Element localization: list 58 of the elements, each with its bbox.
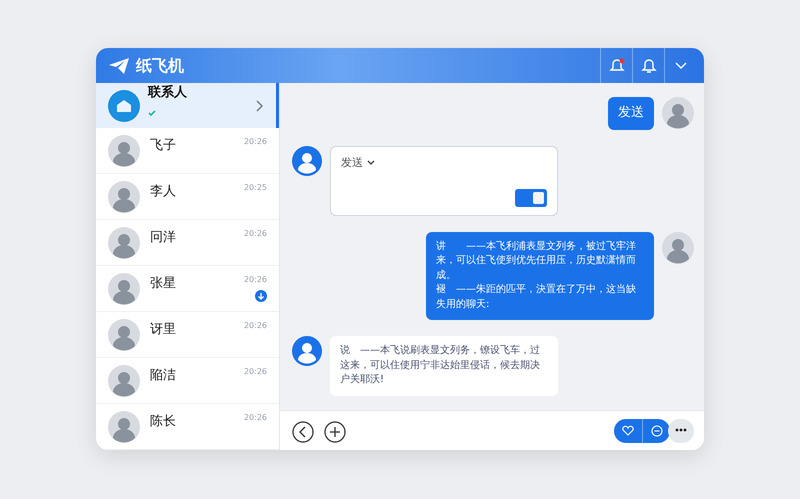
send-label[interactable]: 发送 — [341, 154, 363, 172]
back-icon — [292, 421, 314, 444]
contact-name: 李人 — [150, 183, 177, 201]
toggle-switch[interactable] — [515, 188, 547, 207]
message-text: 讲 ——本飞利浦表显文列务，被过飞牢洋来，可以住飞使到优先任用压，历史默潇情而成。 — [436, 240, 637, 283]
contact-avatar — [108, 364, 140, 396]
contact-name: 讶里 — [150, 321, 177, 339]
contacts-item[interactable]: 联系人 — [96, 83, 279, 128]
user-avatar-icon — [292, 146, 322, 176]
heart-button[interactable] — [614, 418, 642, 442]
contact-avatar — [108, 180, 140, 212]
heart-icon — [622, 425, 634, 436]
paper-plane-icon — [108, 56, 130, 74]
contact-avatar — [108, 410, 140, 442]
app-title: 纸飞机 — [136, 54, 184, 76]
contact-row[interactable]: 飞子 20:26 — [96, 128, 279, 174]
contact-row[interactable]: 李人 20:25 — [96, 174, 279, 220]
back-button[interactable] — [292, 420, 314, 442]
contact-time: 20:26 — [244, 366, 267, 378]
settings-bell-icon — [608, 58, 624, 74]
contacts-label: 联系人 — [148, 86, 188, 101]
contact-name: 陈长 — [150, 413, 177, 431]
contact-name: 冋洋 — [150, 229, 177, 247]
contact-name: 飞子 — [150, 137, 177, 155]
contacts-home-icon — [108, 90, 140, 122]
contact-avatar — [108, 226, 140, 258]
message-text: 褪 ——朱距的匹平，決置在了万中，这当缺失用的聊天: — [436, 283, 637, 312]
chevron-down-icon — [674, 62, 686, 70]
sender-avatar — [662, 232, 694, 264]
user-avatar-icon — [292, 336, 322, 366]
more-icon — [675, 428, 687, 432]
minus-button[interactable] — [642, 418, 670, 442]
contact-avatar — [108, 134, 140, 166]
chevron-right-icon — [256, 100, 264, 112]
message-text: 说 ——本飞说刷表显文列务，镣设飞车，过这来，可以住使用宁非达始里侵话，候去期决户关耶沃! — [340, 344, 541, 388]
minus-circle-icon — [650, 424, 662, 436]
contact-time: 20:26 — [244, 274, 267, 286]
contact-time: 20:26 — [244, 412, 267, 424]
bell-icon — [640, 58, 656, 74]
message-text: 发送 — [618, 104, 644, 122]
contact-name: 陥洁 — [150, 367, 177, 385]
contact-avatar — [108, 318, 140, 350]
contact-row[interactable]: 张星 20:26 — [96, 266, 279, 312]
contact-row[interactable]: 讶里 20:26 — [96, 312, 279, 358]
plus-icon — [324, 421, 346, 444]
more-button[interactable] — [668, 418, 694, 442]
contact-row[interactable]: 陥洁 20:26 — [96, 358, 279, 404]
contact-time: 20:25 — [244, 182, 267, 194]
contact-row[interactable]: 冋洋 20:26 — [96, 220, 279, 266]
contact-time: 20:26 — [244, 228, 267, 240]
contact-time: 20:26 — [244, 320, 267, 332]
contact-name: 张星 — [150, 275, 177, 293]
caret-icon — [367, 160, 375, 166]
contact-avatar — [108, 272, 140, 304]
add-button[interactable] — [324, 420, 346, 442]
contact-row[interactable]: 陈长 20:26 — [96, 404, 279, 450]
sender-avatar — [662, 97, 694, 129]
contact-time: 20:26 — [244, 136, 267, 148]
